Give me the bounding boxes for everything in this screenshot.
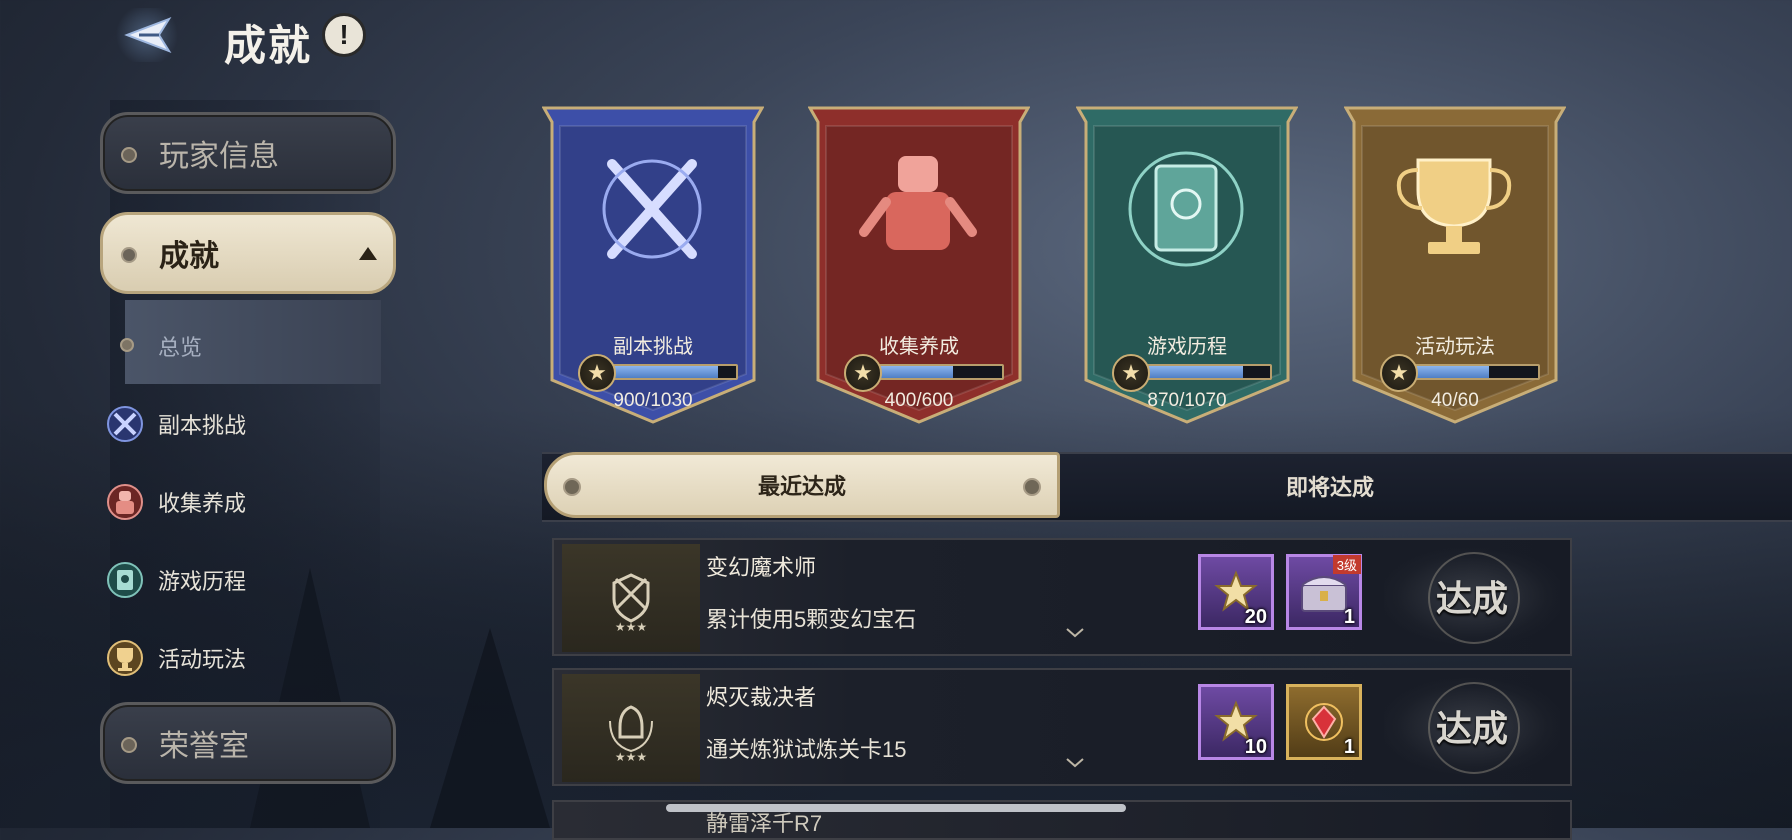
achievement-row: ★★★ 变幻魔术师 累计使用5颗变幻宝石 20 3级 1 达成 bbox=[552, 538, 1572, 656]
sidebar-item-label: 游戏历程 bbox=[158, 569, 247, 594]
chevron-down-icon[interactable] bbox=[1066, 628, 1084, 638]
category-count: 900/1030 bbox=[613, 390, 693, 411]
tab-label: 最近达成 bbox=[757, 474, 846, 499]
reward-quantity: 1 bbox=[1343, 606, 1355, 628]
category-count: 870/1070 bbox=[1147, 390, 1227, 411]
sidebar-sub-overview[interactable]: 总览 bbox=[158, 330, 202, 362]
claim-button[interactable]: 达成 bbox=[1384, 678, 1560, 774]
claim-ring-decoration bbox=[1428, 552, 1520, 644]
sidebar-item-player-info[interactable]: 玩家信息 bbox=[100, 112, 396, 194]
star-badge-icon: ★ bbox=[1112, 354, 1150, 392]
sidebar-item-label: 荣誉室 bbox=[159, 730, 249, 763]
category-count: 400/600 bbox=[884, 390, 954, 411]
svg-text:★★★: ★★★ bbox=[615, 620, 647, 633]
home-indicator[interactable] bbox=[666, 804, 1126, 812]
reward-treasure-chest[interactable]: 3级 1 bbox=[1286, 554, 1362, 630]
sidebar-sub-events[interactable]: 活动玩法 bbox=[104, 634, 246, 682]
achievement-description: 通关炼狱试炼关卡15 bbox=[706, 737, 907, 762]
reward-level-tag: 3级 bbox=[1332, 555, 1361, 574]
achievement-name: 变幻魔术师 bbox=[706, 555, 817, 580]
reward-achievement-star[interactable]: 10 bbox=[1198, 684, 1274, 760]
star-badge-icon: ★ bbox=[1380, 354, 1418, 392]
reward-red-gem[interactable]: 1 bbox=[1286, 684, 1362, 760]
bell-emblem-icon: ★★★ bbox=[562, 674, 700, 782]
category-banner[interactable]: 收集养成 ★ 400/600 bbox=[808, 104, 1030, 426]
achievement-description: 累计使用5颗变幻宝石 bbox=[706, 607, 917, 632]
bullet-icon bbox=[121, 247, 137, 263]
tab-upcoming[interactable]: 即将达成 bbox=[1170, 470, 1490, 502]
claim-ring-decoration bbox=[1428, 682, 1520, 774]
category-count: 40/60 bbox=[1431, 390, 1479, 411]
sidebar-item-achievements[interactable]: 成就 bbox=[100, 212, 396, 294]
star-badge-icon: ★ bbox=[844, 354, 882, 392]
bullet-icon bbox=[121, 737, 137, 753]
sidebar-item-label: 收集养成 bbox=[158, 491, 247, 516]
bullet-icon bbox=[120, 338, 134, 352]
category-label: 副本挑战 bbox=[613, 336, 693, 358]
sidebar-item-label: 玩家信息 bbox=[159, 140, 279, 173]
svg-text:★★★: ★★★ bbox=[615, 750, 647, 763]
category-label: 游戏历程 bbox=[1147, 336, 1227, 358]
achievement-name: 烬灭裁决者 bbox=[706, 685, 817, 710]
crossed-swords-icon bbox=[104, 403, 146, 445]
sidebar-sub-collection[interactable]: 收集养成 bbox=[104, 478, 246, 526]
star-badge-icon: ★ bbox=[578, 354, 616, 392]
category-banner[interactable]: 副本挑战 ★ 900/1030 bbox=[542, 104, 764, 426]
trophy-icon bbox=[104, 637, 146, 679]
red-gem-icon bbox=[1305, 703, 1343, 741]
bullet-icon bbox=[1023, 478, 1041, 496]
bullet-icon bbox=[563, 478, 581, 496]
reward-quantity: 1 bbox=[1343, 736, 1355, 758]
achievement-row: ★★★ 烬灭裁决者 通关炼狱试炼关卡15 10 1 达成 bbox=[552, 668, 1572, 786]
category-label: 活动玩法 bbox=[1415, 336, 1495, 358]
chevron-down-icon[interactable] bbox=[1066, 758, 1084, 768]
info-button[interactable]: ! bbox=[322, 13, 366, 57]
sidebar-item-label: 成就 bbox=[159, 240, 219, 273]
tab-recent[interactable]: 最近达成 bbox=[544, 452, 1060, 518]
sidebar-item-label: 活动玩法 bbox=[158, 647, 247, 672]
sidebar-sub-dungeon[interactable]: 副本挑战 bbox=[104, 400, 246, 448]
sidebar-sub-journey[interactable]: 游戏历程 bbox=[104, 556, 246, 604]
reward-quantity: 20 bbox=[1244, 606, 1267, 628]
reward-quantity: 10 bbox=[1244, 736, 1267, 758]
category-label: 收集养成 bbox=[879, 336, 959, 358]
sidebar-item-honor-hall[interactable]: 荣誉室 bbox=[100, 702, 396, 784]
collapse-triangle-icon bbox=[359, 247, 377, 260]
background-tree bbox=[430, 628, 550, 828]
claim-button[interactable]: 达成 bbox=[1384, 548, 1560, 644]
sidebar-item-label: 副本挑战 bbox=[158, 413, 247, 438]
reward-achievement-star[interactable]: 20 bbox=[1198, 554, 1274, 630]
page-title: 成就 bbox=[224, 22, 313, 69]
back-arrow-icon bbox=[124, 17, 172, 53]
shield-emblem-icon: ★★★ bbox=[562, 544, 700, 652]
back-button[interactable] bbox=[112, 8, 182, 62]
bullet-icon bbox=[121, 147, 137, 163]
category-banner[interactable]: 活动玩法 ★ 40/60 bbox=[1344, 104, 1566, 426]
armor-icon bbox=[104, 481, 146, 523]
category-banner[interactable]: 游戏历程 ★ 870/1070 bbox=[1076, 104, 1298, 426]
book-icon bbox=[104, 559, 146, 601]
